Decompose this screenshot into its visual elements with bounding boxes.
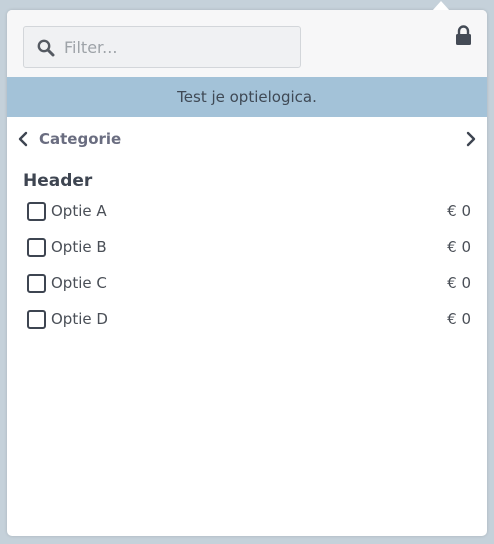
top-bar (7, 10, 487, 77)
filter-input[interactable] (64, 35, 294, 59)
option-price: € 0 (447, 202, 471, 220)
option-row[interactable]: Optie D € 0 (7, 308, 487, 338)
option-checkbox[interactable] (27, 202, 46, 221)
popover-panel: Test je optielogica. Categorie Header Op… (7, 1, 487, 536)
option-price: € 0 (447, 238, 471, 256)
logic-test-banner: Test je optielogica. (7, 77, 487, 117)
option-price: € 0 (447, 274, 471, 292)
chevron-right-icon[interactable] (465, 131, 477, 147)
option-checkbox[interactable] (27, 238, 46, 257)
category-nav: Categorie (7, 127, 487, 153)
option-label[interactable]: Optie A (51, 202, 107, 220)
option-label[interactable]: Optie D (51, 310, 108, 328)
option-checkbox[interactable] (27, 310, 46, 329)
option-price: € 0 (447, 310, 471, 328)
option-checkbox[interactable] (27, 274, 46, 293)
option-label[interactable]: Optie C (51, 274, 107, 292)
lock-icon[interactable] (455, 25, 472, 46)
chevron-left-icon[interactable] (17, 131, 29, 147)
option-label[interactable]: Optie B (51, 238, 107, 256)
search-icon (37, 39, 55, 57)
option-row[interactable]: Optie B € 0 (7, 236, 487, 266)
banner-text: Test je optielogica. (177, 88, 317, 106)
filter-box[interactable] (23, 26, 301, 68)
option-row[interactable]: Optie A € 0 (7, 200, 487, 230)
section-header: Header (23, 171, 93, 191)
option-row[interactable]: Optie C € 0 (7, 272, 487, 302)
category-label[interactable]: Categorie (39, 130, 121, 148)
